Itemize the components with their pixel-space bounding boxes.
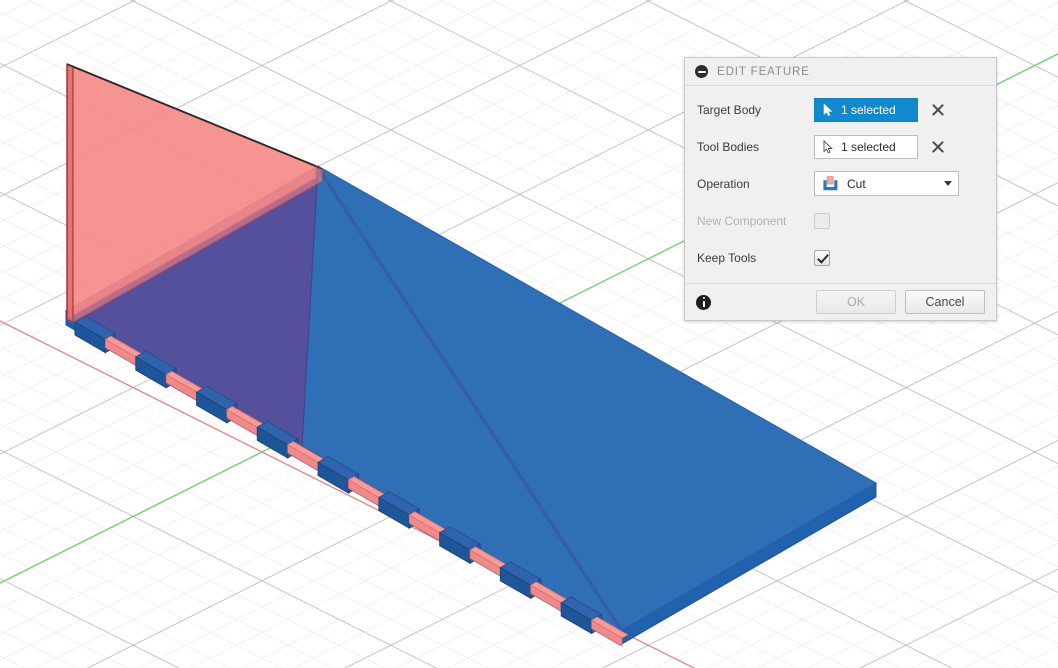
tool-bodies-value: 1 selected: [841, 139, 896, 154]
tool-bodies-label: Tool Bodies: [697, 139, 760, 154]
operation-label: Operation: [697, 176, 750, 191]
cursor-arrow-icon: [823, 102, 833, 116]
target-body-label: Target Body: [697, 102, 762, 117]
tool-body-left-band: [66, 63, 74, 323]
dialog-footer: OK Cancel: [685, 283, 996, 320]
cursor-arrow-icon: [823, 139, 833, 153]
target-body-clear-close-x-icon[interactable]: [930, 102, 945, 117]
tool-bodies-clear-close-x-icon[interactable]: [930, 139, 945, 154]
row-new-component: New Component: [685, 202, 996, 239]
new-component-checkbox: [814, 212, 830, 229]
fusion-360-window: EDIT FEATURE Target Body 1 selected Tool…: [0, 0, 1058, 668]
info-icon[interactable]: [696, 294, 711, 310]
minus-circle-icon[interactable]: [695, 65, 708, 78]
cut-operation-icon: [823, 176, 838, 191]
target-body-value: 1 selected: [841, 102, 896, 117]
operation-dropdown[interactable]: Cut: [814, 171, 959, 196]
new-component-label: New Component: [697, 213, 787, 228]
row-keep-tools: Keep Tools: [685, 239, 996, 276]
keep-tools-checkbox[interactable]: [814, 249, 830, 266]
keep-tools-label: Keep Tools: [697, 250, 757, 265]
row-operation: Operation Cut: [685, 165, 996, 202]
edit-feature-dialog[interactable]: EDIT FEATURE Target Body 1 selected Tool…: [684, 57, 997, 321]
operation-value: Cut: [847, 176, 866, 191]
dialog-title-bar[interactable]: EDIT FEATURE: [685, 58, 996, 86]
tool-bodies-select-button[interactable]: 1 selected: [814, 134, 918, 159]
row-target-body: Target Body 1 selected: [685, 91, 996, 128]
cancel-button[interactable]: Cancel: [905, 290, 985, 314]
dialog-body: Target Body 1 selected Tool Bodies 1 sel…: [685, 86, 996, 283]
row-tool-bodies: Tool Bodies 1 selected: [685, 128, 996, 165]
chevron-down-icon[interactable]: [944, 181, 952, 186]
dialog-title: EDIT FEATURE: [717, 65, 810, 78]
ok-button[interactable]: OK: [816, 290, 896, 314]
target-body-select-button[interactable]: 1 selected: [814, 97, 918, 122]
